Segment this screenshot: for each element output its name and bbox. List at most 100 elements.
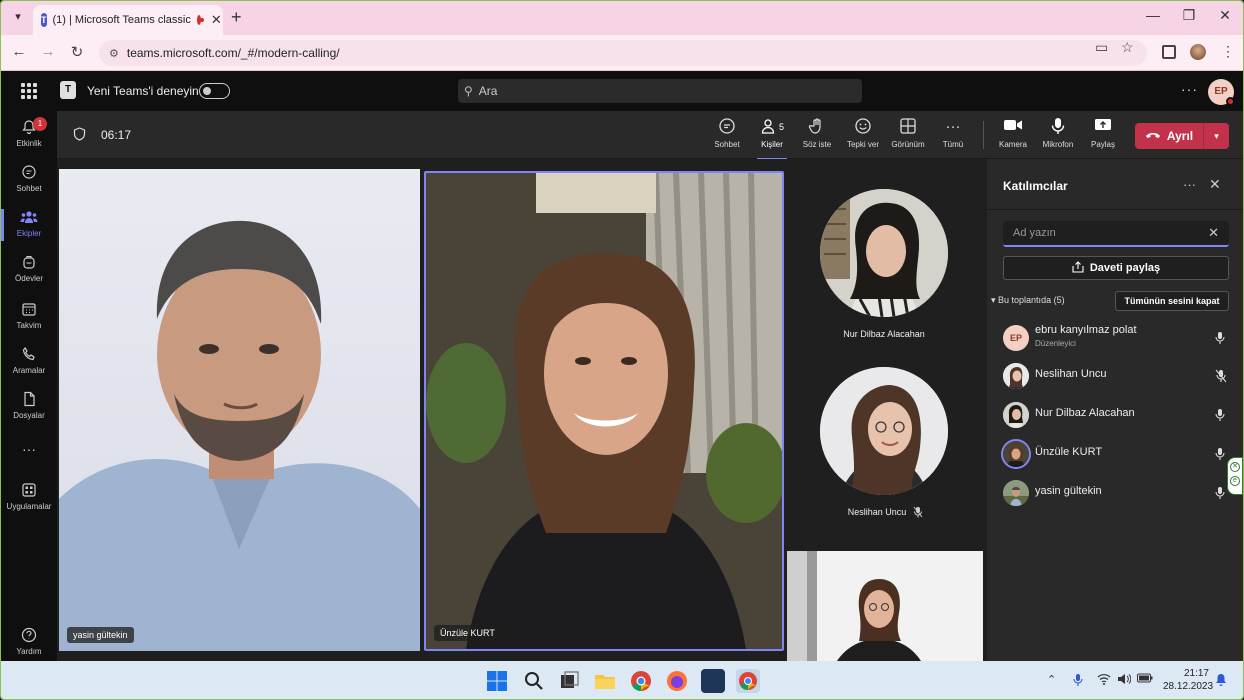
rail-label: Dosyalar (13, 411, 45, 420)
windows-start-icon[interactable] (485, 669, 509, 693)
participant-avatar (1003, 402, 1029, 428)
mute-all-button[interactable]: Tümünün sesini kapat (1115, 291, 1229, 311)
leave-options-chevron-icon[interactable]: ▾ (1203, 123, 1229, 149)
activity-badge: 1 (33, 117, 47, 131)
rail-item-activity[interactable]: 1 Etkinlik (1, 115, 57, 157)
microphone-icon (1215, 447, 1225, 461)
close-window-icon[interactable]: ✕ (1213, 7, 1237, 24)
extension-icon[interactable]: e (1230, 476, 1240, 486)
rail-item-apps[interactable]: Uygulamalar (1, 478, 57, 520)
forward-icon[interactable]: → (38, 43, 58, 60)
app-launcher-icon[interactable] (21, 83, 37, 99)
minimize-icon[interactable]: — (1141, 7, 1165, 23)
bookmark-star-icon[interactable]: ☆ (1121, 39, 1134, 56)
share-invite-button[interactable]: Daveti paylaş (1003, 256, 1229, 280)
screen: ▾ T (1) | Microsoft Teams classic ✕ + — … (0, 0, 1244, 700)
more-button[interactable]: ··· Tümü (930, 117, 976, 157)
search-input[interactable]: ⚲ Ara (458, 79, 862, 103)
chrome-active-icon[interactable] (736, 669, 760, 693)
reload-icon[interactable]: ↻ (67, 43, 87, 61)
rail-item-chat[interactable]: Sohbet (1, 160, 57, 202)
phone-icon (20, 346, 38, 364)
address-bar[interactable]: ⚙ teams.microsoft.com/_#/modern-calling/ (99, 40, 1147, 66)
share-button[interactable]: Paylaş (1080, 117, 1126, 157)
close-panel-icon[interactable]: ✕ (1209, 176, 1221, 193)
rail-item-assignments[interactable]: Ödevler (1, 250, 57, 292)
back-icon[interactable]: ← (9, 43, 29, 60)
task-view-icon[interactable] (557, 669, 581, 693)
participant-row[interactable]: Ünzüle KURT (1003, 437, 1237, 471)
participant-search-placeholder: Ad yazın (1013, 227, 1056, 239)
tray-mic-icon[interactable] (1073, 673, 1083, 690)
help-icon (20, 627, 38, 645)
battery-icon[interactable] (1137, 673, 1153, 686)
notification-bell-icon[interactable] (1215, 673, 1227, 690)
avatar-circle-neslihan[interactable] (820, 367, 948, 495)
share-label: Paylaş (1090, 140, 1115, 149)
rail-item-teams[interactable]: Ekipler (1, 205, 57, 247)
file-explorer-icon[interactable] (593, 669, 617, 693)
participant-name: ebru kanyılmaz polat (1035, 324, 1137, 336)
rail-item-help[interactable]: Yardım (1, 623, 57, 665)
side-panel-icon[interactable] (1162, 45, 1176, 59)
taskbar-search-icon[interactable] (522, 669, 546, 693)
react-button[interactable]: Tepki ver (840, 117, 886, 157)
tray-overflow-icon[interactable]: ⌃ (1047, 673, 1056, 686)
meeting-toolbar: 06:17 Sohbet 5 Kişiler Söz iste Tepki ve… (57, 111, 1243, 160)
rail-item-calls[interactable]: Aramalar (1, 342, 57, 384)
edge-extension-widget[interactable]: ✕ e (1227, 457, 1243, 495)
camera-icon (990, 117, 1036, 137)
firefox-icon[interactable] (665, 669, 689, 693)
in-meeting-section-toggle[interactable]: ▾ Bu toplantıda (5) (991, 295, 1065, 306)
try-new-teams-label: Yeni Teams'i deneyin (87, 84, 199, 98)
backpack-icon (20, 254, 38, 272)
people-button[interactable]: 5 Kişiler (749, 117, 795, 160)
participant-row[interactable]: yasin gültekin (1003, 476, 1237, 510)
panel-divider (987, 209, 1243, 210)
camera-permission-icon[interactable]: ▭ (1095, 39, 1108, 56)
microphone-icon (1215, 408, 1225, 422)
rail-label: Sohbet (16, 184, 42, 193)
more-apps-icon[interactable]: ··· (1, 441, 57, 457)
clear-search-icon[interactable]: ✕ (1208, 225, 1219, 241)
rail-item-files[interactable]: Dosyalar (1, 387, 57, 429)
raise-hand-button[interactable]: Söz iste (794, 117, 840, 157)
participant-row[interactable]: Nur Dilbaz Alacahan (1003, 398, 1237, 432)
avatar-name-label: Nur Dilbaz Alacahan (843, 329, 925, 339)
panel-more-icon[interactable]: ··· (1183, 177, 1196, 192)
view-button[interactable]: Görünüm (885, 117, 931, 157)
ubys-app-icon[interactable] (701, 669, 725, 693)
shield-icon[interactable] (73, 127, 86, 144)
video-tile-yasin[interactable]: yasin gültekin (59, 169, 420, 651)
participant-search-input[interactable]: Ad yazın ✕ (1003, 221, 1229, 247)
camera-button[interactable]: Kamera (990, 117, 1036, 157)
browser-menu-icon[interactable]: ⋮ (1221, 43, 1235, 60)
mic-button[interactable]: Mikrofon (1035, 117, 1081, 157)
in-meeting-section-label: Bu toplantıda (5) (998, 295, 1065, 305)
more-options-icon[interactable]: ··· (1181, 81, 1198, 97)
leave-button[interactable]: Ayrıl (1135, 123, 1203, 149)
video-tile-unzule[interactable]: Ünzüle KURT (424, 171, 784, 651)
participant-row[interactable]: EP ebru kanyılmaz polat Düzenleyici (1003, 321, 1237, 355)
chrome-icon[interactable] (629, 669, 653, 693)
maximize-icon[interactable]: ❐ (1177, 7, 1201, 24)
browser-profile-avatar[interactable] (1190, 44, 1206, 60)
participant-row[interactable]: Neslihan Uncu (1003, 359, 1237, 393)
tab-search-icon[interactable]: ▾ (10, 9, 26, 25)
self-view-tile[interactable] (787, 551, 983, 661)
system-clock[interactable]: 21:17 28.12.2023 (1163, 667, 1213, 693)
close-tab-icon[interactable]: ✕ (211, 12, 222, 28)
wifi-icon[interactable] (1097, 673, 1111, 688)
browser-tab[interactable]: T (1) | Microsoft Teams classic ✕ (33, 5, 223, 35)
more-icon: ··· (945, 118, 961, 135)
chat-button[interactable]: Sohbet (704, 117, 750, 157)
close-widget-icon[interactable]: ✕ (1230, 462, 1240, 472)
new-teams-toggle[interactable] (199, 83, 230, 99)
volume-icon[interactable] (1117, 673, 1132, 688)
site-info-icon[interactable]: ⚙ (109, 47, 119, 60)
new-tab-icon[interactable]: + (231, 7, 242, 28)
react-label: Tepki ver (846, 140, 879, 149)
rail-item-calendar[interactable]: Takvim (1, 297, 57, 339)
rail-label: Ödevler (14, 274, 43, 283)
avatar-circle-nur[interactable] (820, 189, 948, 317)
